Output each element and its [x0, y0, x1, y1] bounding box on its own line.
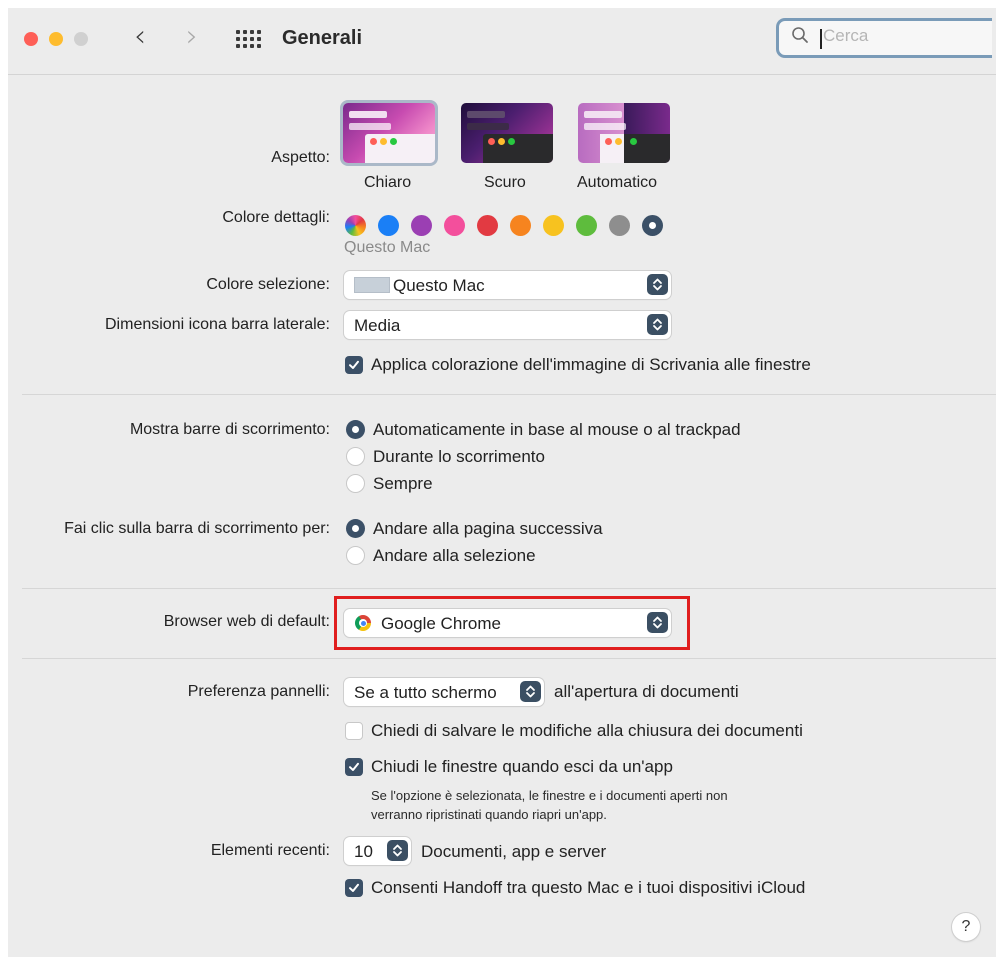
- accent-color-orange[interactable]: [510, 215, 531, 236]
- click-next-page-label: Andare alla pagina successiva: [373, 519, 603, 538]
- default-browser-label: Browser web di default:: [163, 613, 330, 630]
- popup-chevron-icon: [647, 314, 668, 335]
- wallpaper-tinting-checkbox[interactable]: [345, 356, 363, 374]
- popup-chevron-icon: [647, 274, 668, 295]
- forward-chevron-icon[interactable]: ›: [186, 22, 198, 52]
- appearance-light-label: Chiaro: [364, 174, 412, 191]
- sidebar-icon-size-label: Dimensioni icona barra laterale:: [105, 316, 330, 333]
- sidebar-icon-size-value: Media: [354, 316, 401, 335]
- highlight-color-value: Questo Mac: [393, 276, 485, 295]
- popup-chevron-icon: [387, 840, 408, 861]
- popup-chevron-icon: [520, 681, 541, 702]
- show-scroll-bars-label: Mostra barre di scorrimento:: [129, 421, 330, 438]
- ask-keep-changes-checkbox[interactable]: [345, 722, 363, 740]
- handoff-checkbox[interactable]: [345, 879, 363, 897]
- section-divider: [22, 394, 996, 395]
- help-button[interactable]: ?: [952, 913, 980, 941]
- tab-preference-suffix: all'apertura di documenti: [554, 682, 739, 701]
- scroll-bars-always-label: Sempre: [373, 474, 433, 493]
- appearance-auto-thumbnail[interactable]: [578, 103, 670, 163]
- search-icon: [791, 26, 809, 50]
- scroll-bars-always-radio[interactable]: [346, 474, 365, 493]
- highlight-color-label: Colore selezione:: [206, 276, 330, 293]
- window-title: Generali: [282, 27, 363, 49]
- back-chevron-icon[interactable]: ‹: [134, 22, 146, 52]
- click-next-page-radio[interactable]: [346, 519, 365, 538]
- ask-keep-changes-label: Chiedi di salvare le modifiche alla chiu…: [371, 721, 803, 740]
- title-bar: ‹ › Generali: [8, 8, 996, 75]
- click-jump-spot-label: Andare alla selezione: [373, 546, 536, 565]
- minimize-window-button[interactable]: [49, 32, 63, 46]
- accent-caption: Questo Mac: [344, 239, 431, 256]
- accent-color-multicolor[interactable]: [345, 215, 366, 236]
- close-windows-note-line1: Se l'opzione è selezionata, le finestre …: [371, 788, 728, 803]
- zoom-window-button[interactable]: [74, 32, 88, 46]
- scroll-bars-scrolling-radio[interactable]: [346, 447, 365, 466]
- accent-color-label: Colore dettagli:: [222, 209, 330, 226]
- section-divider: [22, 588, 996, 589]
- text-cursor: [820, 29, 822, 49]
- accent-color-graphite[interactable]: [609, 215, 630, 236]
- close-windows-checkbox[interactable]: [345, 758, 363, 776]
- highlight-color-popup[interactable]: Questo Mac: [344, 271, 671, 299]
- wallpaper-tinting-label: Applica colorazione dell'immagine di Scr…: [371, 355, 811, 374]
- accent-color-purple[interactable]: [411, 215, 432, 236]
- show-all-grid-icon[interactable]: [236, 30, 262, 50]
- close-windows-label: Chiudi le finestre quando esci da un'app: [371, 757, 673, 776]
- appearance-auto-label: Automatico: [577, 174, 658, 191]
- accent-color-green[interactable]: [576, 215, 597, 236]
- recent-items-label: Elementi recenti:: [210, 842, 330, 859]
- tab-preference-value: Se a tutto schermo: [354, 683, 497, 702]
- tab-preference-popup[interactable]: Se a tutto schermo: [344, 678, 544, 706]
- close-windows-note-line2: verranno ripristinati quando riapri un'a…: [371, 807, 607, 822]
- preferences-window: ‹ › Generali Aspetto: Chiaro: [8, 8, 996, 957]
- accent-color-blue[interactable]: [378, 215, 399, 236]
- accent-color-pink[interactable]: [444, 215, 465, 236]
- accent-color-red[interactable]: [477, 215, 498, 236]
- appearance-dark-label: Scuro: [484, 174, 526, 191]
- appearance-light-thumbnail[interactable]: [343, 103, 435, 163]
- handoff-label: Consenti Handoff tra questo Mac e i tuoi…: [371, 878, 806, 897]
- accent-color-yellow[interactable]: [543, 215, 564, 236]
- click-scroll-bar-label: Fai clic sulla barra di scorrimento per:: [64, 520, 330, 537]
- close-window-button[interactable]: [24, 32, 38, 46]
- tab-preference-label: Preferenza pannelli:: [187, 683, 330, 700]
- recent-items-popup[interactable]: 10: [344, 837, 411, 865]
- appearance-dark-thumbnail[interactable]: [461, 103, 553, 163]
- search-field[interactable]: [776, 18, 992, 58]
- highlight-annotation-box: [334, 596, 690, 650]
- scroll-bars-auto-label: Automaticamente in base al mouse o al tr…: [373, 420, 741, 439]
- recent-items-value: 10: [354, 842, 373, 861]
- scroll-bars-auto-radio[interactable]: [346, 420, 365, 439]
- sidebar-icon-size-popup[interactable]: Media: [344, 311, 671, 339]
- accent-color-this-mac-selected[interactable]: [642, 215, 663, 236]
- search-input[interactable]: [823, 26, 973, 46]
- appearance-label: Aspetto:: [271, 149, 330, 166]
- recent-items-suffix: Documenti, app e server: [421, 842, 607, 861]
- click-jump-spot-radio[interactable]: [346, 546, 365, 565]
- scroll-bars-scrolling-label: Durante lo scorrimento: [373, 447, 545, 466]
- color-swatch: [354, 277, 390, 293]
- section-divider: [22, 658, 996, 659]
